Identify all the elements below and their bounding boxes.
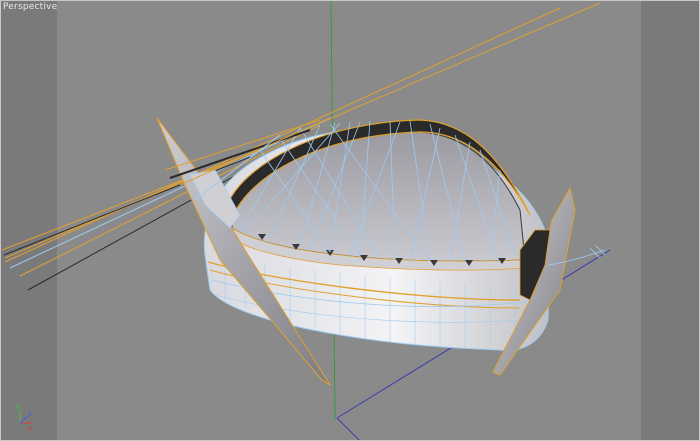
axis-x-label: x — [28, 425, 32, 433]
world-axis-ext — [336, 417, 361, 441]
axis-y-label: y — [16, 403, 20, 411]
perspective-viewport[interactable]: y z x Perspective — [0, 0, 700, 441]
viewport-label[interactable]: Perspective — [3, 2, 57, 12]
scene-canvas[interactable]: y z x — [0, 0, 700, 441]
axis-z-label: z — [28, 410, 32, 418]
axis-gizmo: y z x — [16, 403, 32, 433]
